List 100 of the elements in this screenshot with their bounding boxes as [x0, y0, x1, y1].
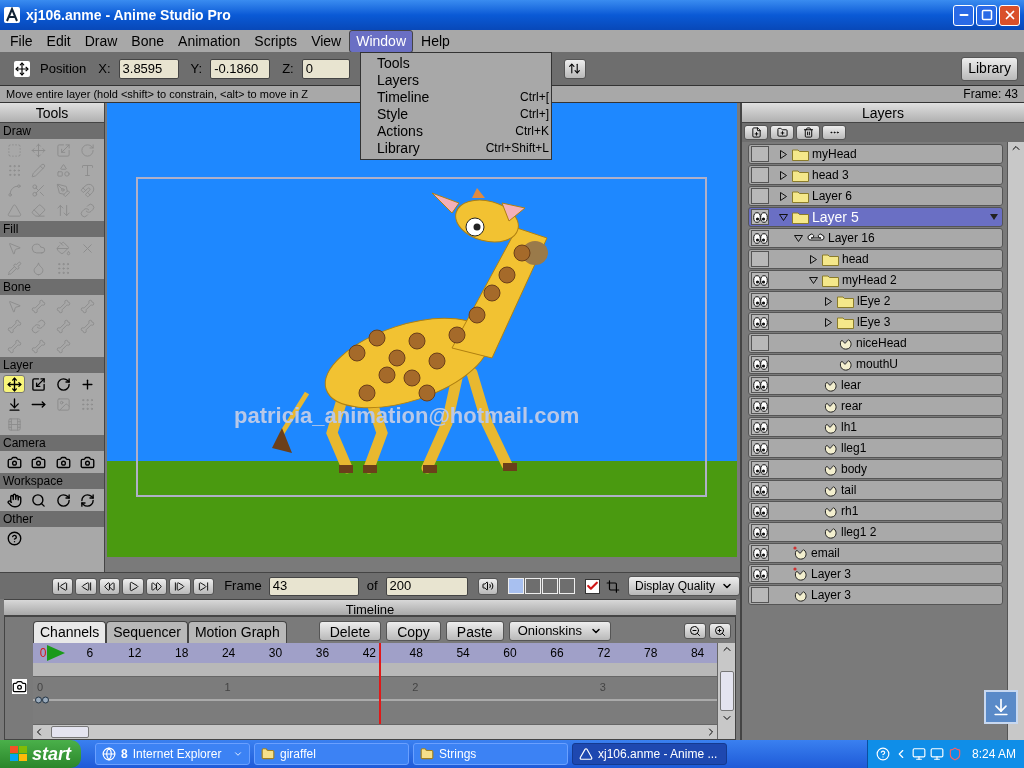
- layer-row[interactable]: lh1: [748, 417, 1003, 437]
- layer-row[interactable]: Layer 16: [748, 228, 1003, 248]
- zoom-out-button[interactable]: [684, 623, 706, 639]
- view-layout-button[interactable]: [559, 578, 576, 594]
- frame-field[interactable]: 43: [268, 576, 359, 596]
- timeline-tab[interactable]: Channels: [33, 621, 107, 643]
- eye-icon[interactable]: [751, 356, 769, 372]
- vertical-scrollbar[interactable]: [717, 643, 735, 739]
- layer-row[interactable]: Layer 3: [748, 564, 1003, 584]
- hidden-layer-box[interactable]: [751, 335, 769, 351]
- monitor-icon[interactable]: [929, 747, 944, 761]
- help-icon[interactable]: [875, 747, 890, 761]
- minimize-button[interactable]: [953, 4, 974, 26]
- expand-triangle-icon[interactable]: [824, 296, 832, 306]
- expand-triangle-icon[interactable]: [779, 191, 787, 201]
- eye-icon[interactable]: [751, 398, 769, 414]
- horizontal-scrollbar[interactable]: [33, 724, 717, 739]
- eye-icon[interactable]: [751, 545, 769, 561]
- total-frames-field[interactable]: 200: [385, 576, 468, 596]
- menu-option[interactable]: Timeline Ctrl+[: [361, 89, 551, 106]
- menu-item[interactable]: Edit: [40, 30, 77, 52]
- dropdown-triangle-icon[interactable]: [990, 214, 998, 220]
- menu-item[interactable]: Help: [415, 30, 456, 52]
- eye-icon[interactable]: [751, 293, 769, 309]
- eye-icon[interactable]: [751, 272, 769, 288]
- layer-row[interactable]: myHead 2: [748, 270, 1003, 290]
- step-forward-button[interactable]: [169, 577, 191, 595]
- layer-row[interactable]: head 3: [748, 165, 1003, 185]
- monitor-icon[interactable]: [911, 747, 926, 761]
- layer-row[interactable]: mouthU: [748, 354, 1003, 374]
- expand-triangle-icon[interactable]: [824, 317, 832, 327]
- display-quality-dropdown[interactable]: Display Quality: [628, 576, 740, 596]
- eye-icon[interactable]: [751, 524, 769, 540]
- new-layer-button[interactable]: [744, 125, 768, 140]
- eye-icon[interactable]: [751, 461, 769, 477]
- layer-row[interactable]: body: [748, 459, 1003, 479]
- eye-icon[interactable]: [751, 440, 769, 456]
- eye-icon[interactable]: [751, 566, 769, 582]
- collapse-triangle-icon[interactable]: [808, 276, 818, 284]
- layers-scrollbar[interactable]: [1007, 142, 1024, 740]
- menu-item[interactable]: Bone: [125, 30, 171, 52]
- layer-row[interactable]: myHead: [748, 144, 1003, 164]
- skip-back-button[interactable]: [52, 577, 74, 595]
- expand-triangle-icon[interactable]: [809, 254, 817, 264]
- delete-layer-button[interactable]: [796, 125, 820, 140]
- coordinate-field[interactable]: -0.1860: [210, 58, 271, 79]
- taskbar-button[interactable]: 8 Internet Explorer: [95, 743, 250, 765]
- menu-option[interactable]: Actions Ctrl+K: [361, 123, 551, 140]
- menu-item[interactable]: Draw: [78, 30, 124, 52]
- expand-triangle-icon[interactable]: [779, 149, 787, 159]
- hidden-layer-box[interactable]: [751, 146, 769, 162]
- view-layout-button[interactable]: [525, 578, 542, 594]
- download-button[interactable]: [984, 690, 1018, 724]
- hidden-layer-box[interactable]: [751, 587, 769, 603]
- hidden-layer-box[interactable]: [751, 167, 769, 183]
- eye-icon[interactable]: [751, 230, 769, 246]
- collapse-triangle-icon[interactable]: [778, 213, 788, 221]
- checkbox[interactable]: [585, 578, 601, 594]
- menu-option[interactable]: Style Ctrl+]: [361, 106, 551, 123]
- layer-row[interactable]: rh1: [748, 501, 1003, 521]
- layer-row[interactable]: lleg1 2: [748, 522, 1003, 542]
- timeline-tab[interactable]: Sequencer: [106, 621, 188, 643]
- close-button[interactable]: [999, 4, 1020, 26]
- timeline-action-button[interactable]: Paste: [445, 621, 504, 641]
- menu-option[interactable]: Layers: [361, 72, 551, 89]
- layer-row[interactable]: niceHead: [748, 333, 1003, 353]
- menu-item[interactable]: Scripts: [248, 30, 304, 52]
- view-layout-button[interactable]: [508, 578, 525, 594]
- coordinate-field[interactable]: 3.8595: [118, 58, 179, 79]
- play-marker-icon[interactable]: [47, 645, 65, 661]
- collapse-triangle-icon[interactable]: [793, 234, 803, 242]
- maximize-button[interactable]: [976, 4, 997, 26]
- step-back-button[interactable]: [75, 577, 97, 595]
- taskbar-button[interactable]: giraffel: [254, 743, 409, 765]
- eye-icon[interactable]: [751, 482, 769, 498]
- skip-forward-button[interactable]: [192, 577, 215, 595]
- scroll-thumb[interactable]: [51, 726, 89, 738]
- menu-item[interactable]: File: [4, 30, 39, 52]
- layer-row[interactable]: tail: [748, 480, 1003, 500]
- layer-row[interactable]: Layer 6: [748, 186, 1003, 206]
- move-tool[interactable]: [3, 375, 25, 393]
- eye-icon[interactable]: [751, 209, 769, 225]
- menu-item[interactable]: Animation: [172, 30, 247, 52]
- rewind-button[interactable]: [98, 577, 121, 595]
- timeline-action-button[interactable]: Copy: [386, 621, 441, 641]
- eye-icon[interactable]: [751, 314, 769, 330]
- onionskins-dropdown[interactable]: Onionskins: [508, 621, 611, 641]
- eye-icon[interactable]: [751, 503, 769, 519]
- library-button[interactable]: Library: [961, 56, 1018, 81]
- eye-icon[interactable]: [751, 419, 769, 435]
- layer-row[interactable]: head: [748, 249, 1003, 269]
- flip-button[interactable]: [563, 58, 586, 79]
- hidden-layer-box[interactable]: [751, 188, 769, 204]
- layer-row[interactable]: rear: [748, 396, 1003, 416]
- eye-icon[interactable]: [751, 377, 769, 393]
- layer-row[interactable]: Layer 5: [748, 207, 1003, 227]
- view-layout-button[interactable]: [542, 578, 559, 594]
- timeline-action-button[interactable]: Delete: [318, 621, 382, 641]
- layer-row[interactable]: lEye 2: [748, 291, 1003, 311]
- layer-row[interactable]: lear: [748, 375, 1003, 395]
